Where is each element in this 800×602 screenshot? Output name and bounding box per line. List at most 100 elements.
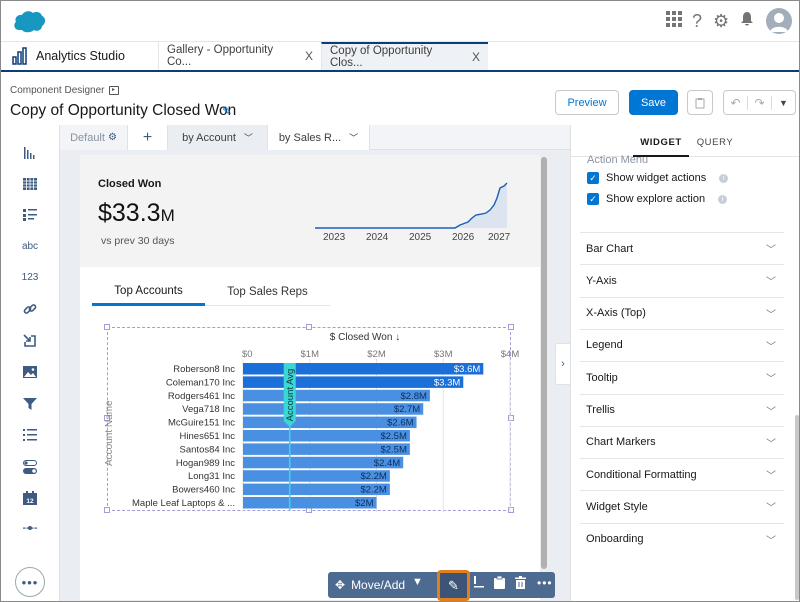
- component-icon[interactable]: [18, 331, 42, 351]
- page-tab-by-account[interactable]: by Account ﹀: [168, 125, 268, 150]
- help-icon[interactable]: ?: [692, 11, 702, 31]
- chevron-down-icon: ﹀: [766, 309, 776, 321]
- save-button[interactable]: Save: [629, 90, 678, 115]
- data-label: $3.6M: [454, 364, 480, 375]
- page-tab-default[interactable]: Default ⚙: [60, 125, 128, 150]
- kpi-comparison-text: vs prev 30 days: [101, 235, 175, 247]
- accordion-section[interactable]: Tooltip ﹀: [580, 361, 784, 393]
- settings-gear-icon[interactable]: ⚙: [108, 132, 117, 143]
- accordion-section[interactable]: Conditional Formatting ﹀: [580, 458, 784, 490]
- page-tab-label: by Sales R...: [278, 131, 342, 144]
- chevron-down-icon[interactable]: ﹀: [244, 131, 253, 144]
- category-label: Vega718 Inc: [182, 404, 235, 415]
- undo-icon[interactable]: ↶: [724, 95, 748, 110]
- x-tick-label: $2M: [367, 349, 386, 360]
- show-explore-action-checkbox[interactable]: ✓: [587, 193, 599, 205]
- category-label: Long31 Inc: [188, 471, 235, 482]
- bar[interactable]: [243, 363, 484, 375]
- link-icon[interactable]: [18, 299, 42, 319]
- date-icon[interactable]: 12: [18, 488, 42, 508]
- accordion-section[interactable]: Trellis ﹀: [580, 393, 784, 426]
- chart-title[interactable]: $ Closed Won ↓: [330, 332, 400, 343]
- page-tab-by-sales-rep[interactable]: by Sales R... ﹀: [268, 125, 370, 150]
- tab-query[interactable]: QUERY: [689, 125, 741, 157]
- panel-scrollbar[interactable]: [795, 415, 799, 600]
- chart-icon[interactable]: [18, 143, 42, 163]
- tab-widget[interactable]: WIDGET: [633, 125, 689, 157]
- delete-trash-icon[interactable]: [515, 576, 526, 592]
- align-icon[interactable]: [474, 576, 484, 591]
- checkbox-label: Show widget actions: [606, 172, 707, 184]
- reference-line-label: Account Avg: [285, 369, 296, 422]
- accordion-section[interactable]: Chart Markers ﹀: [580, 425, 784, 458]
- x-tick-label: $0: [242, 349, 253, 360]
- app-name[interactable]: Analytics Studio: [12, 42, 125, 70]
- page-title: Copy of Opportunity Closed Won: [10, 102, 237, 119]
- collapse-panel-chevron-icon[interactable]: ›: [555, 343, 571, 385]
- accordion-section-label: Onboarding: [586, 533, 644, 546]
- more-actions-icon[interactable]: •••: [537, 576, 553, 590]
- chevron-down-icon[interactable]: ﹀: [349, 131, 358, 144]
- more-options-caret-icon[interactable]: ▼: [772, 98, 795, 108]
- accordion-section[interactable]: Widget Style ﹀: [580, 490, 784, 522]
- sparkline-year-label: 2023: [323, 232, 346, 243]
- salesforce-cloud-logo[interactable]: [12, 8, 46, 34]
- list-icon[interactable]: [18, 205, 42, 225]
- canvas-scrollbar[interactable]: [541, 157, 547, 569]
- accordion-section[interactable]: Y-Axis ﹀: [580, 264, 784, 296]
- inner-tab-top-sales-reps[interactable]: Top Sales Reps: [205, 282, 330, 306]
- accordion-section-label: X-Axis (Top): [586, 307, 646, 320]
- show-widget-actions-row: ✓ Show widget actions i: [587, 172, 729, 184]
- clipboard-icon[interactable]: [494, 575, 505, 592]
- accordion-section[interactable]: Onboarding ﹀: [580, 522, 784, 555]
- inner-tab-top-accounts[interactable]: Top Accounts: [92, 282, 205, 306]
- image-icon[interactable]: [18, 362, 42, 382]
- table-icon[interactable]: [18, 174, 42, 194]
- move-add-button[interactable]: ✥ Move/Add: [335, 572, 405, 598]
- category-label: Hogan989 Inc: [176, 458, 235, 469]
- list-selector-icon[interactable]: [18, 425, 42, 445]
- close-tab-icon[interactable]: X: [305, 49, 313, 63]
- user-avatar-icon[interactable]: [766, 8, 792, 34]
- toggle-icon[interactable]: [18, 457, 42, 477]
- filter-icon[interactable]: [18, 394, 42, 414]
- accordion-section[interactable]: X-Axis (Top) ﹀: [580, 296, 784, 329]
- clipboard-button[interactable]: [687, 90, 713, 115]
- category-label: Coleman170 Inc: [166, 377, 235, 388]
- category-label: McGuire151 Inc: [168, 418, 235, 429]
- app-launcher-icon[interactable]: [666, 11, 682, 31]
- bar[interactable]: [243, 376, 464, 388]
- tab-copy-of-opportunity[interactable]: Copy of Opportunity Clos... X: [321, 42, 488, 70]
- play-icon[interactable]: ▸: [108, 86, 119, 95]
- workspace-tab-bar: Analytics Studio Gallery - Opportunity C…: [0, 42, 800, 72]
- edit-title-pencil-icon[interactable]: ✎: [222, 104, 232, 118]
- setup-gear-icon[interactable]: ⚙: [713, 11, 729, 31]
- data-label: $2.2M: [360, 471, 386, 482]
- move-add-dropdown-icon[interactable]: ▼: [412, 576, 423, 588]
- chevron-down-icon: ﹀: [766, 245, 776, 256]
- more-widgets-button[interactable]: •••: [15, 567, 45, 597]
- text-icon[interactable]: abc: [18, 236, 42, 256]
- kpi-value-number: $33.3: [98, 199, 161, 227]
- number-icon[interactable]: 123: [18, 267, 42, 287]
- sparkline-area: [315, 183, 507, 228]
- info-icon[interactable]: i: [719, 173, 729, 183]
- edit-widget-button[interactable]: ✎: [437, 570, 470, 601]
- close-tab-icon[interactable]: X: [472, 50, 480, 64]
- data-label: $3.3M: [434, 377, 460, 388]
- accordion-section[interactable]: Bar Chart ﹀: [580, 232, 784, 264]
- accordion-section[interactable]: Legend ﹀: [580, 328, 784, 361]
- x-tick-label: $4M: [501, 349, 520, 360]
- show-widget-actions-checkbox[interactable]: ✓: [587, 172, 599, 184]
- chevron-down-icon: ﹀: [766, 503, 776, 515]
- svg-text:12: 12: [26, 498, 34, 505]
- info-icon[interactable]: i: [718, 194, 728, 204]
- add-page-button[interactable]: +: [128, 125, 168, 150]
- tab-gallery[interactable]: Gallery - Opportunity Co... X: [158, 42, 321, 70]
- redo-icon[interactable]: ↷: [748, 95, 772, 110]
- chevron-down-icon: ﹀: [766, 341, 776, 353]
- preview-button[interactable]: Preview: [555, 90, 619, 115]
- category-label: Maple Leaf Laptops & ...: [132, 498, 235, 509]
- range-icon[interactable]: [18, 518, 42, 538]
- notifications-bell-icon[interactable]: [740, 11, 754, 33]
